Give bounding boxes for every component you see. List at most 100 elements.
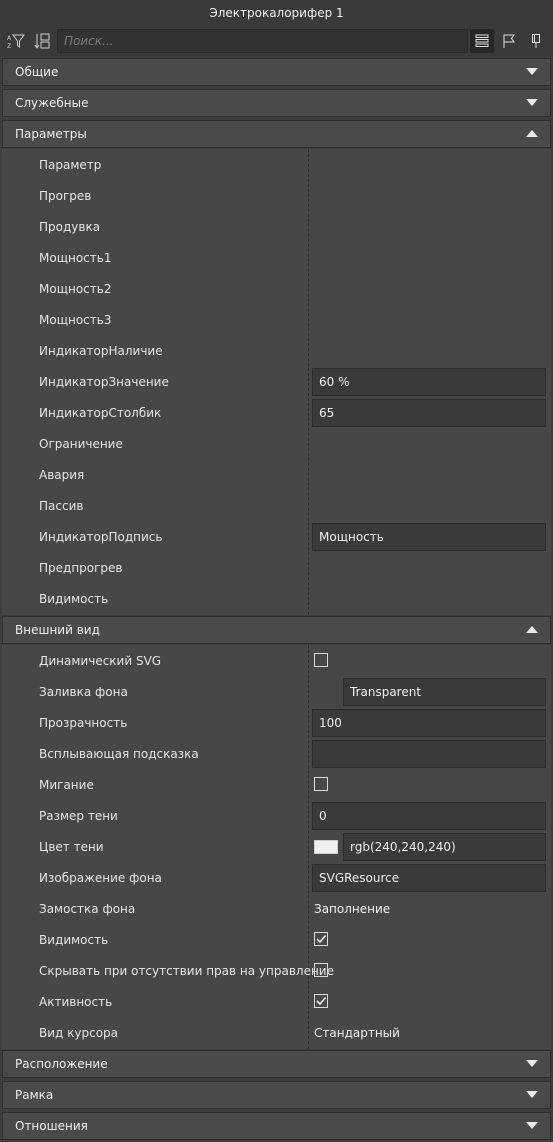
property-label: Продувка xyxy=(39,219,101,234)
section-general-title: Общие xyxy=(15,65,59,79)
hide-without-rights-checkbox[interactable] xyxy=(314,963,328,977)
property-row: Мигание xyxy=(2,769,551,800)
property-label: ИндикаторПодпись xyxy=(39,529,163,544)
property-row: Цвет тени rgb(240,240,240) xyxy=(2,831,551,862)
shadow-size-field[interactable]: 0 xyxy=(312,802,546,830)
property-label: Прозрачность xyxy=(39,715,128,730)
property-label: Видимость xyxy=(39,591,109,606)
property-label: Заливка фона xyxy=(39,684,128,699)
section-parameters-header[interactable]: Параметры xyxy=(2,120,551,148)
chevron-down-icon xyxy=(526,68,538,75)
filter-sort-icon[interactable]: A Z xyxy=(4,29,28,53)
shadow-color-swatch[interactable] xyxy=(314,840,338,854)
indicator-value-field[interactable]: 60 % xyxy=(312,368,546,396)
section-relations-title: Отношения xyxy=(15,1119,88,1133)
property-label: ИндикаторНаличие xyxy=(39,343,163,358)
property-row: Мощность2 xyxy=(2,273,551,304)
background-fill-field[interactable]: Transparent xyxy=(343,678,546,706)
sort-az-icon[interactable] xyxy=(30,29,54,53)
section-parameters-body: Параметр Прогрев Продувка Мощность1 Мощн… xyxy=(2,149,551,615)
property-row: ИндикаторСтолбик 65 xyxy=(2,397,551,428)
property-row: Видимость xyxy=(2,924,551,955)
property-row: Замостка фона Заполнение xyxy=(2,893,551,924)
property-label: Ограничение xyxy=(39,436,123,451)
property-row: Вид курсора Стандартный xyxy=(2,1017,551,1048)
property-row: Прогрев xyxy=(2,180,551,211)
property-row: Активность xyxy=(2,986,551,1017)
property-row: Продувка xyxy=(2,211,551,242)
property-row: Динамический SVG xyxy=(2,645,551,676)
svg-text:A: A xyxy=(7,35,12,42)
property-row: Заливка фона Transparent xyxy=(2,676,551,707)
svg-text:Z: Z xyxy=(7,43,11,50)
section-appearance-body: Динамический SVG Заливка фона Transparen… xyxy=(2,645,551,1049)
property-label: Пассив xyxy=(39,498,84,513)
flag-icon[interactable] xyxy=(497,29,521,53)
property-label: Мощность2 xyxy=(39,281,112,296)
property-row: Авария xyxy=(2,459,551,490)
property-label: Параметр xyxy=(39,157,102,172)
property-label: Мигание xyxy=(39,777,94,792)
section-location-title: Расположение xyxy=(15,1057,108,1071)
property-label: Замостка фона xyxy=(39,901,136,916)
section-location-header[interactable]: Расположение xyxy=(2,1050,551,1078)
indicator-caption-field[interactable]: Мощность xyxy=(312,523,546,551)
search-input[interactable] xyxy=(57,29,468,53)
indicator-bar-field[interactable]: 65 xyxy=(312,399,546,427)
pin-icon[interactable] xyxy=(524,29,548,53)
property-row: Ограничение xyxy=(2,428,551,459)
property-label: Всплывающая подсказка xyxy=(39,746,199,761)
property-label: Видимость xyxy=(39,932,109,947)
property-label: Размер тени xyxy=(39,808,118,823)
toolbar: A Z xyxy=(0,27,553,56)
property-row: Изображение фона SVGResource xyxy=(2,862,551,893)
chevron-up-icon xyxy=(526,130,538,137)
property-label: Динамический SVG xyxy=(39,653,162,668)
blink-checkbox[interactable] xyxy=(314,777,328,791)
section-frame-header[interactable]: Рамка xyxy=(2,1081,551,1109)
chevron-up-icon xyxy=(526,626,538,633)
property-row: Видимость xyxy=(2,583,551,614)
section-service-title: Служебные xyxy=(15,96,89,110)
chevron-down-icon xyxy=(526,1060,538,1067)
property-label: Активность xyxy=(39,994,113,1009)
background-image-field[interactable]: SVGResource xyxy=(312,864,546,892)
property-label: Вид курсора xyxy=(39,1025,119,1040)
property-row: Мощность1 xyxy=(2,242,551,273)
visibility-checkbox[interactable] xyxy=(314,932,328,946)
property-label: Прогрев xyxy=(39,188,92,203)
section-service-header[interactable]: Служебные xyxy=(2,89,551,117)
chevron-down-icon xyxy=(526,1122,538,1129)
window-title-text: Электрокалорифер 1 xyxy=(209,6,344,20)
section-parameters-title: Параметры xyxy=(15,127,87,141)
property-label: Предпрогрев xyxy=(39,560,123,575)
checkmark-icon xyxy=(316,996,327,1006)
section-general-header[interactable]: Общие xyxy=(2,58,551,86)
opacity-field[interactable]: 100 xyxy=(312,709,546,737)
dynamic-svg-checkbox[interactable] xyxy=(314,653,328,667)
property-row: ИндикаторНаличие xyxy=(2,335,551,366)
window-title: Электрокалорифер 1 xyxy=(0,0,553,26)
cursor-type-value[interactable]: Стандартный xyxy=(314,1017,400,1048)
activity-checkbox[interactable] xyxy=(314,994,328,1008)
shadow-color-field[interactable]: rgb(240,240,240) xyxy=(343,833,546,861)
property-row: Всплывающая подсказка xyxy=(2,738,551,769)
background-tiling-value[interactable]: Заполнение xyxy=(314,893,390,924)
list-view-icon[interactable] xyxy=(470,29,494,53)
property-label: ИндикаторСтолбик xyxy=(39,405,162,420)
property-row: Мощность3 xyxy=(2,304,551,335)
property-row: Размер тени 0 xyxy=(2,800,551,831)
section-frame-title: Рамка xyxy=(15,1088,54,1102)
property-row: Пассив xyxy=(2,490,551,521)
tooltip-field[interactable] xyxy=(312,740,546,768)
property-label: Мощность1 xyxy=(39,250,112,265)
checkmark-icon xyxy=(316,934,327,944)
section-appearance-header[interactable]: Внешний вид xyxy=(2,616,551,644)
property-row: Параметр xyxy=(2,149,551,180)
chevron-down-icon xyxy=(526,99,538,106)
property-label: Скрывать при отсутствии прав на управлен… xyxy=(39,963,334,978)
property-label: ИндикаторЗначение xyxy=(39,374,169,389)
section-relations-header[interactable]: Отношения xyxy=(2,1112,551,1140)
property-label: Цвет тени xyxy=(39,839,104,854)
property-label: Авария xyxy=(39,467,85,482)
